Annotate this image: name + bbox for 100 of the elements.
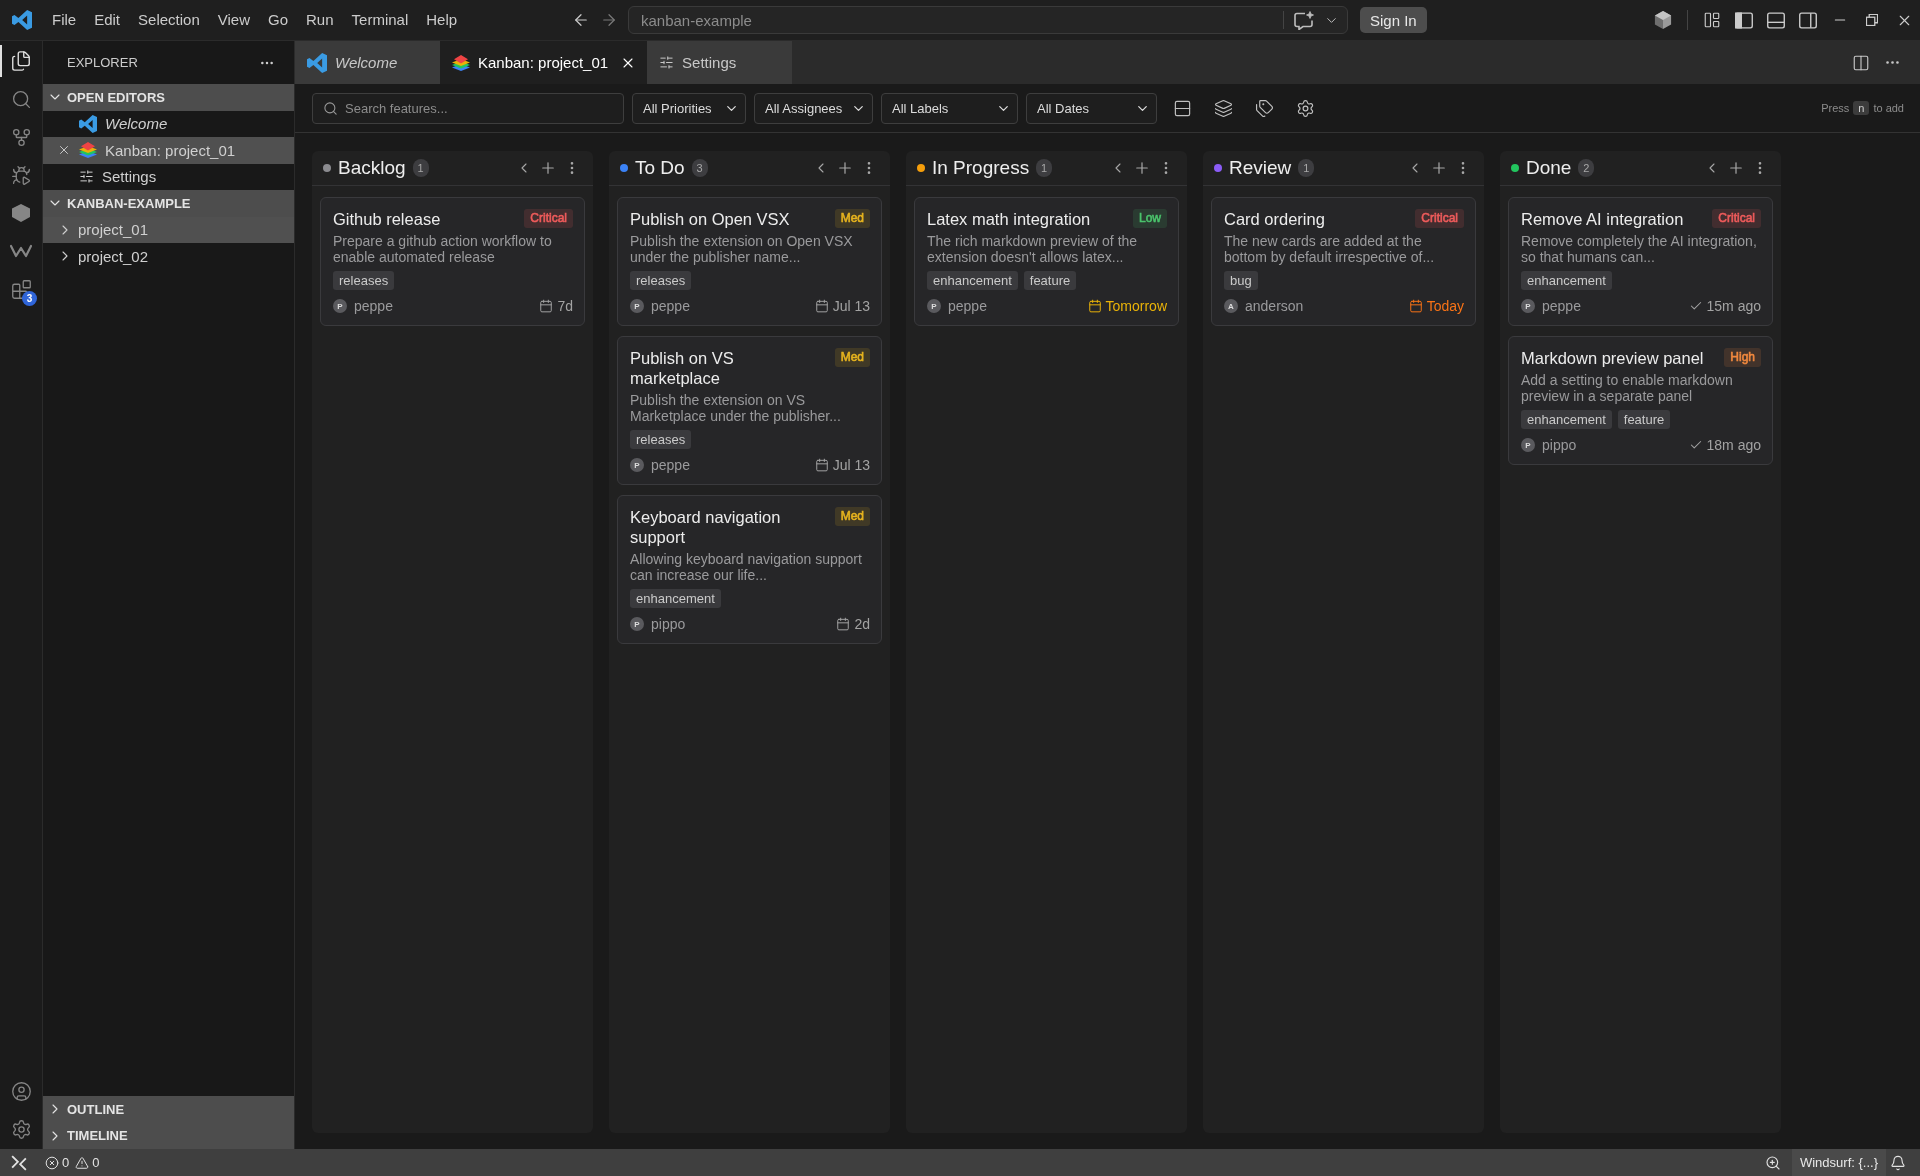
avatar: P xyxy=(1521,299,1535,313)
layout-icon[interactable] xyxy=(1703,11,1721,29)
section-header[interactable]: OPEN EDITORS xyxy=(43,84,294,111)
calendar-icon xyxy=(814,458,829,472)
sign-in-button[interactable]: Sign In xyxy=(1360,7,1427,33)
filter-dropdown[interactable]: All Labels xyxy=(881,92,1018,124)
menu-item[interactable]: Edit xyxy=(85,7,130,33)
layers-icon[interactable] xyxy=(1214,98,1233,118)
sliders-icon xyxy=(79,169,94,185)
section-header[interactable]: TIMELINE xyxy=(43,1122,294,1149)
task-card[interactable]: Keyboard navigation support Med Allowing keyboard navigation support can increase our life... enhancement P pippo 2d xyxy=(617,495,882,644)
avatar: P xyxy=(630,458,644,472)
card-title: Markdown preview panel xyxy=(1521,348,1704,368)
split-editor-icon[interactable] xyxy=(1852,53,1870,72)
plus-icon[interactable] xyxy=(1727,159,1745,177)
editor-tab[interactable]: Kanban: project_01 xyxy=(440,41,648,84)
task-card[interactable]: Publish on VS marketplace Med Publish the extension on VS Marketplace under the publisher... releases P peppe Jul 13 xyxy=(617,336,882,485)
label-tag: enhancement xyxy=(1521,410,1612,429)
label-tag: releases xyxy=(333,271,395,290)
menu-item[interactable]: View xyxy=(208,7,259,33)
settings-icon[interactable] xyxy=(1296,98,1315,118)
task-card[interactable]: Latex math integration Low The rich markdown preview of the extension doesn't allows latex... enhancement feature P peppe Tomorrow xyxy=(914,197,1179,326)
task-card[interactable]: Remove AI integration Critical Remove completely the AI integration, so that humans can... enhancement P peppe 15m ago xyxy=(1508,197,1773,326)
menu-item[interactable]: File xyxy=(43,7,86,33)
priority-badge: Critical xyxy=(1712,209,1761,228)
hexagon-icon[interactable] xyxy=(11,204,31,222)
card-description: The rich markdown preview of the extension doesn't allows latex... xyxy=(927,233,1139,265)
cube-icon[interactable] xyxy=(1654,10,1672,30)
avatar: P xyxy=(630,299,644,313)
menu-item[interactable]: Terminal xyxy=(342,7,418,33)
logo-icon xyxy=(307,52,327,73)
open-editor-item[interactable]: Settings xyxy=(43,163,294,190)
count-badge: 1 xyxy=(1298,159,1315,177)
count-badge: 3 xyxy=(691,159,708,177)
plus-icon[interactable] xyxy=(1133,159,1151,177)
avatar: P xyxy=(630,617,644,631)
priority-badge: Critical xyxy=(1415,209,1464,228)
sliders-icon xyxy=(659,55,675,70)
rows-icon[interactable] xyxy=(1173,98,1192,118)
remote-icon[interactable] xyxy=(11,1154,27,1171)
bug-play-icon[interactable] xyxy=(10,164,32,186)
menu-item[interactable]: Run xyxy=(297,7,343,33)
filter-dropdown[interactable]: All Priorities xyxy=(632,92,746,124)
branch-icon[interactable] xyxy=(10,126,32,148)
wave-icon[interactable] xyxy=(10,244,32,258)
open-editor-item[interactable]: Welcome xyxy=(43,110,294,137)
error-icon[interactable] xyxy=(45,1155,59,1170)
hint-text: to add xyxy=(1873,102,1904,114)
bell-icon[interactable] xyxy=(1890,1154,1906,1171)
search-icon[interactable] xyxy=(10,88,32,110)
editor-tab[interactable]: Welcome xyxy=(295,41,440,84)
count-badge: 3 xyxy=(22,291,37,306)
count-badge: 2 xyxy=(1578,159,1595,177)
warning-icon[interactable] xyxy=(75,1155,90,1170)
card-title: Publish on Open VSX xyxy=(630,209,790,229)
menu-item[interactable]: Go xyxy=(259,7,297,33)
panel-bottom-icon[interactable] xyxy=(1767,11,1785,29)
task-card[interactable]: Card ordering Critical The new cards are added at the bottom by default irrespective of... bug A anderson Today xyxy=(1211,197,1476,326)
settings-icon[interactable] xyxy=(10,1118,32,1140)
card-description: Add a setting to enable markdown preview in a separate panel xyxy=(1521,372,1734,404)
plus-icon[interactable] xyxy=(539,159,557,177)
card-title: Publish on VS marketplace xyxy=(630,348,735,388)
task-card[interactable]: Publish on Open VSX Med Publish the extension on Open VSX under the publisher name... releases P peppe Jul 13 xyxy=(617,197,882,326)
status-text: 7d xyxy=(557,298,573,314)
status-item[interactable]: Windsurf: {...} xyxy=(1791,1149,1886,1176)
editor-tab[interactable]: Settings xyxy=(647,41,793,84)
task-card[interactable]: Github release Critical Prepare a github action workflow to enable automated release releases P peppe 7d xyxy=(320,197,585,326)
avatar: P xyxy=(927,299,941,313)
panel-right-icon[interactable] xyxy=(1799,11,1817,29)
calendar-icon xyxy=(814,299,829,313)
account-icon[interactable] xyxy=(10,1080,32,1102)
zoom-in-icon[interactable] xyxy=(1764,1154,1781,1171)
open-editor-item[interactable]: Kanban: project_01 xyxy=(43,137,294,164)
menu-item[interactable]: Selection xyxy=(129,7,209,33)
calendar-icon xyxy=(539,299,554,313)
files-icon[interactable] xyxy=(10,50,32,72)
blocks-icon[interactable] xyxy=(10,278,32,300)
assignee-name: peppe xyxy=(354,298,393,314)
search-field[interactable]: Search features... xyxy=(312,92,624,124)
assignee-name: pippo xyxy=(651,616,686,632)
folder-item[interactable]: project_01 xyxy=(43,216,294,243)
panel-left-icon[interactable] xyxy=(1735,11,1753,29)
command-center[interactable]: kanban-example xyxy=(628,6,1348,34)
menu-item[interactable]: Help xyxy=(417,7,467,33)
tags-icon[interactable] xyxy=(1255,98,1274,118)
section-header[interactable]: OUTLINE xyxy=(43,1096,294,1123)
filter-dropdown[interactable]: All Assignees xyxy=(754,92,873,124)
folder-item[interactable]: project_02 xyxy=(43,243,294,270)
forward-arrow-icon[interactable] xyxy=(600,11,618,29)
card-description: Publish the extension on Open VSX under the publisher name... xyxy=(630,233,854,265)
section-header[interactable]: KANBAN-EXAMPLE xyxy=(43,190,294,217)
filter-dropdown[interactable]: All Dates xyxy=(1026,92,1157,124)
plus-icon[interactable] xyxy=(1430,159,1448,177)
warning-count: 0 xyxy=(92,1155,100,1170)
label-tag: enhancement xyxy=(630,589,721,608)
chat-sparkle-icon[interactable] xyxy=(1294,10,1314,30)
calendar-icon xyxy=(1408,299,1423,313)
task-card[interactable]: Markdown preview panel High Add a setting to enable markdown preview in a separate panel enhancement feature P pippo 18m ago xyxy=(1508,336,1773,465)
plus-icon[interactable] xyxy=(836,159,854,177)
restore-icon[interactable] xyxy=(1866,14,1878,26)
